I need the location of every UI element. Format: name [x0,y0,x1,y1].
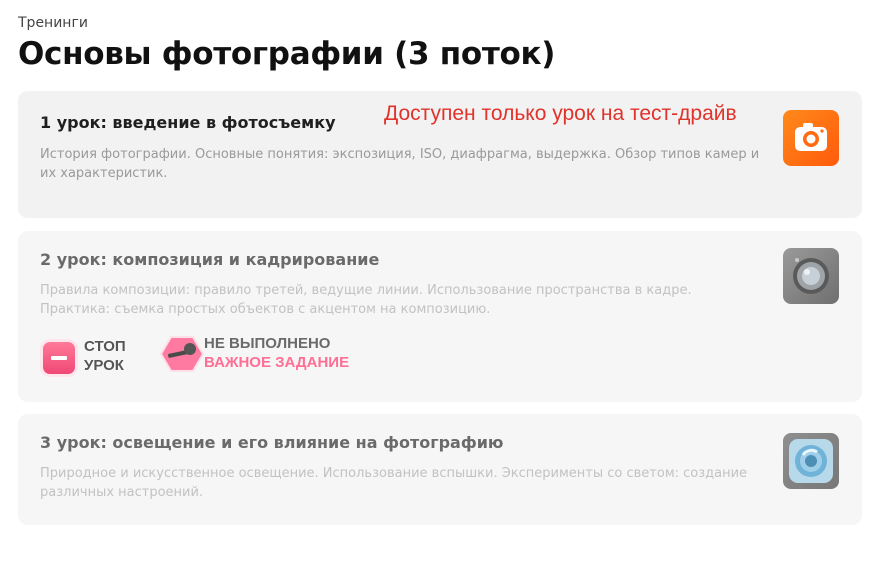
lesson-description: Правила композиции: правило третей, веду… [40,283,692,317]
availability-note: Доступен только урок на тест-драйв [384,102,737,125]
lesson-description: История фотографии. Основные понятия: эк… [40,147,760,181]
camera-lens-icon [783,248,839,304]
lesson-description: Природное и искусственное освещение. Исп… [40,466,748,500]
lens-blue-icon [783,433,839,489]
warning-hexagon-icon [160,336,204,372]
lesson-title[interactable]: 2 урок: композиция и кадрирование [40,250,379,269]
stop-badge-line2: УРОК [84,357,124,374]
camera-app-icon [783,110,839,166]
breadcrumb[interactable]: Тренинги [18,15,88,31]
lesson-card-1[interactable]: 1 урок: введение в фотосъемку Доступен т… [18,91,862,218]
page-title: Основы фотографии (3 поток) [18,36,556,72]
lesson-title[interactable]: 1 урок: введение в фотосъемку [40,113,336,132]
task-status: НЕ ВЫПОЛНЕНО [204,335,331,352]
lesson-card-2[interactable]: 2 урок: композиция и кадрирование Правил… [18,231,862,402]
stop-icon [43,342,75,374]
lesson-title[interactable]: 3 урок: освещение и его влияние на фотог… [40,433,503,452]
stop-badge-line1: СТОП [84,338,126,355]
lesson-card-3[interactable]: 3 урок: освещение и его влияние на фотог… [18,414,862,525]
stop-lesson-badge: СТОП УРОК [40,336,138,376]
important-task-badge: НЕ ВЫПОЛНЕНО ВАЖНОЕ ЗАДАНИЕ [160,332,380,378]
task-importance: ВАЖНОЕ ЗАДАНИЕ [204,354,350,371]
